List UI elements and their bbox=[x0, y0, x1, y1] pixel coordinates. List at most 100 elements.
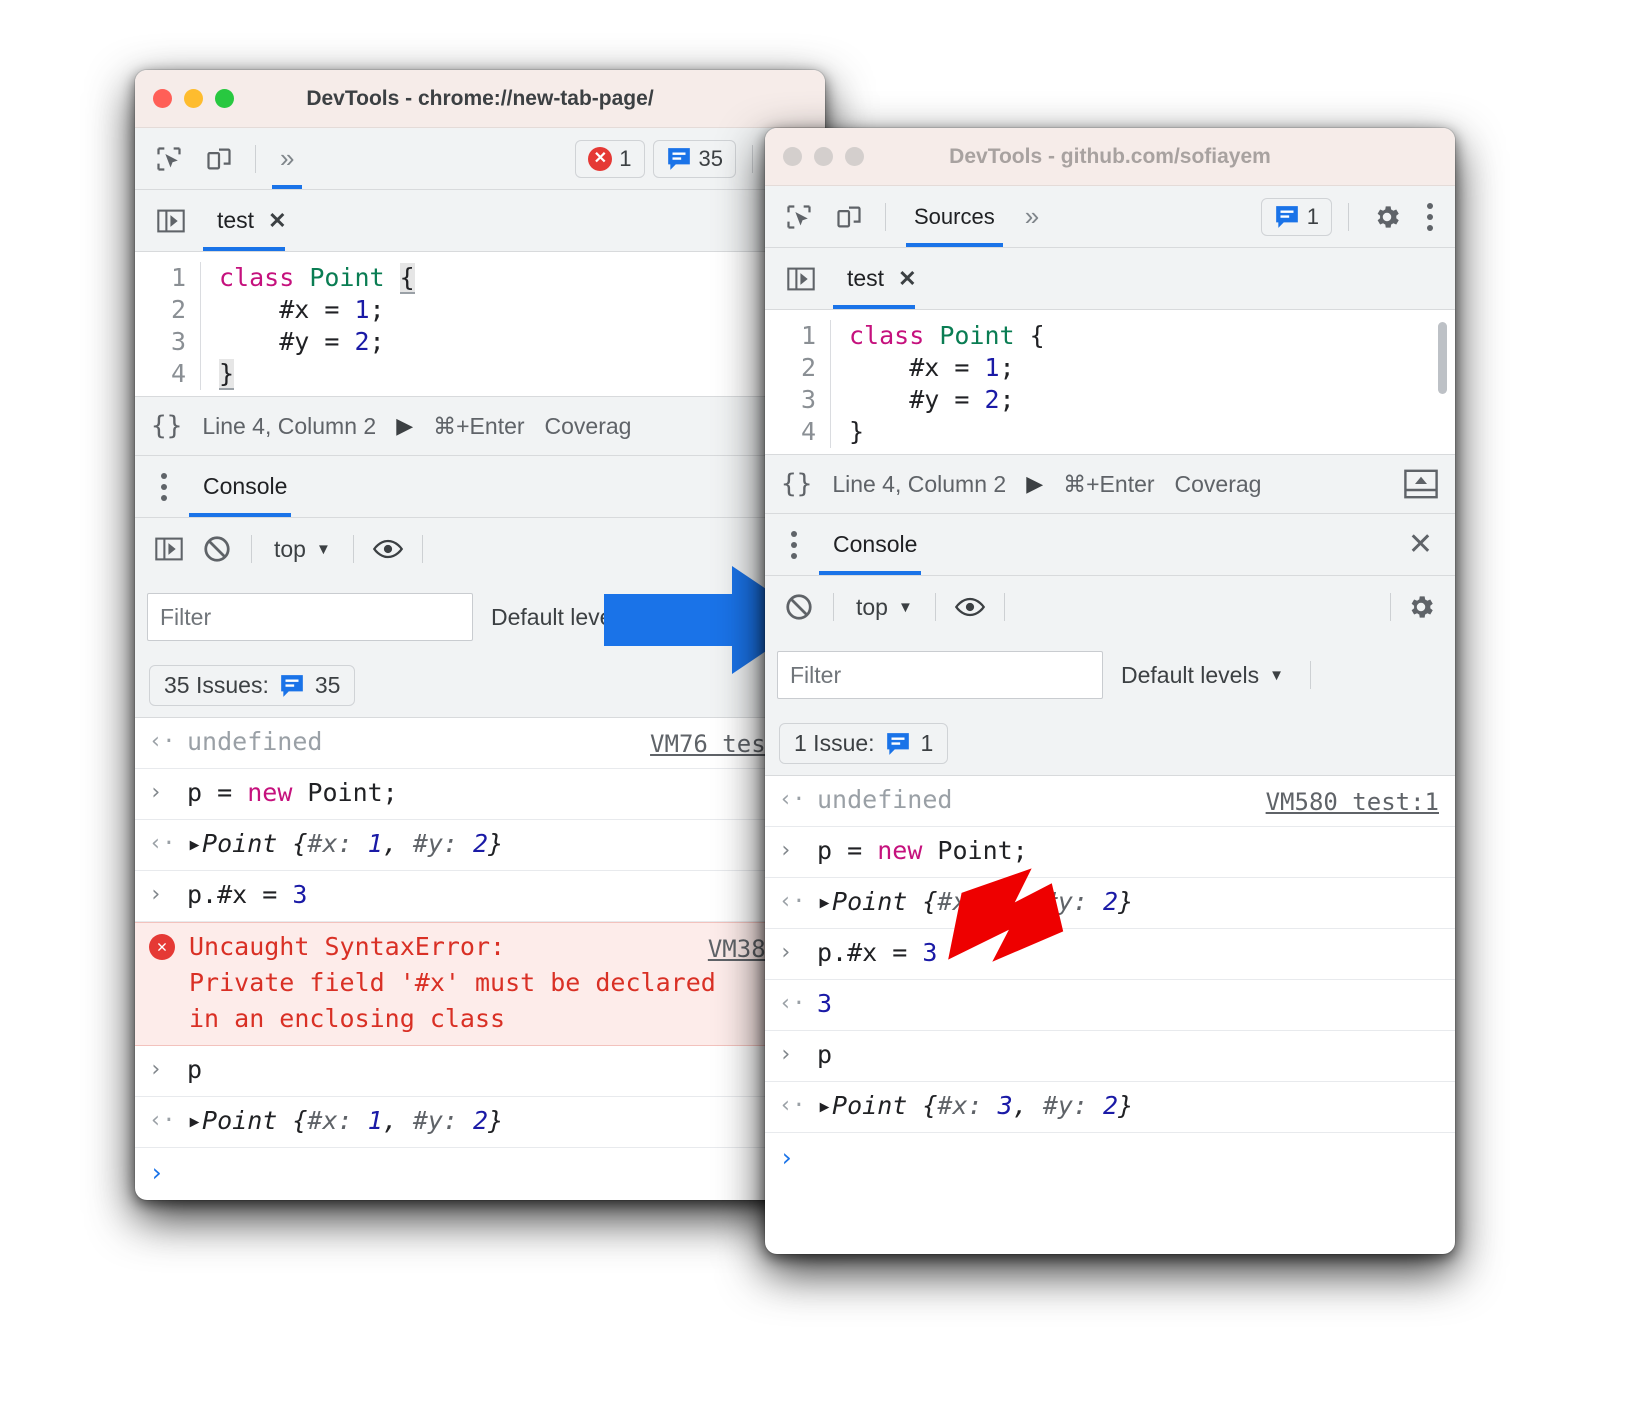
code-editor-front[interactable]: 1 class Point {2 #x = 1; 3 #y = 2; 4} bbox=[765, 310, 1455, 454]
console-filter-row-front[interactable]: Default levels ▼ bbox=[765, 638, 1455, 712]
editor-scrollbar[interactable] bbox=[1438, 322, 1447, 394]
coverage-label[interactable]: Coverag bbox=[1175, 471, 1262, 498]
console-output-message[interactable]: ‹· ▸Point {#x: 1, #y: 2} bbox=[135, 1097, 825, 1148]
window-controls-back[interactable] bbox=[153, 89, 234, 108]
inspect-cursor-icon[interactable] bbox=[147, 137, 191, 181]
console-input-message[interactable]: › p bbox=[765, 1031, 1455, 1082]
console-input-message[interactable]: › p bbox=[135, 1046, 825, 1097]
issues-row-front[interactable]: 1 Issue: 1 bbox=[765, 712, 1455, 776]
code-text: #y = 2; bbox=[219, 327, 385, 356]
tab-console[interactable]: Console bbox=[819, 514, 931, 575]
maximize-window-button[interactable] bbox=[845, 147, 864, 166]
file-tab-test[interactable]: test ✕ bbox=[203, 190, 301, 251]
console-error-message[interactable]: ✕ Uncaught SyntaxError: Private field '#x… bbox=[135, 922, 825, 1046]
file-tab-label: test bbox=[217, 207, 255, 233]
run-snippet-icon[interactable]: ▶ bbox=[396, 413, 413, 439]
file-tabstrip-front[interactable]: test ✕ bbox=[765, 248, 1455, 310]
more-panels-button[interactable]: » bbox=[1015, 186, 1049, 247]
drawer-tabstrip-front[interactable]: Console ✕ bbox=[765, 514, 1455, 576]
filter-input[interactable] bbox=[777, 651, 1103, 699]
log-levels-selector[interactable]: Default levels ▼ bbox=[1121, 662, 1284, 689]
live-expression-icon[interactable] bbox=[366, 527, 410, 571]
line-number: 2 bbox=[135, 294, 201, 326]
execution-context-selector[interactable]: top ▼ bbox=[846, 594, 923, 621]
issues-chip[interactable]: 1 Issue: 1 bbox=[779, 723, 949, 764]
output-arrow-icon: ‹· bbox=[779, 991, 806, 1016]
show-drawer-icon[interactable] bbox=[1403, 468, 1439, 500]
console-output-message[interactable]: ‹· undefined VM76 test:1 bbox=[135, 718, 825, 769]
inspect-cursor-icon[interactable] bbox=[777, 195, 821, 239]
console-messages-front[interactable]: ‹· undefined VM580 test:1 › p = new Point; ‹·… bbox=[765, 776, 1455, 1133]
window-controls-front[interactable] bbox=[783, 147, 864, 166]
panel-tab-sources[interactable]: Sources bbox=[900, 186, 1009, 247]
console-input-message[interactable]: › p = new Point; bbox=[135, 769, 825, 820]
close-window-button[interactable] bbox=[153, 89, 172, 108]
more-options-icon[interactable] bbox=[151, 467, 177, 507]
more-panels-button[interactable]: » bbox=[270, 128, 304, 189]
run-shortcut-label: ⌘+Enter bbox=[1063, 470, 1155, 497]
console-prompt-back[interactable]: › bbox=[135, 1148, 825, 1197]
minimize-window-button[interactable] bbox=[184, 89, 203, 108]
console-input-message[interactable]: › p = new Point; bbox=[765, 827, 1455, 878]
error-counter-button[interactable]: ✕ 1 bbox=[575, 139, 645, 178]
console-input-message[interactable]: › p.#x = 3 bbox=[135, 871, 825, 922]
file-tab-test[interactable]: test ✕ bbox=[833, 248, 931, 309]
clear-console-icon[interactable] bbox=[195, 527, 239, 571]
console-output-message[interactable]: ‹· ▸Point {#x: 1, #y: 2} bbox=[765, 878, 1455, 929]
drawer-tabstrip-back[interactable]: Console bbox=[135, 456, 825, 518]
clear-console-icon[interactable] bbox=[777, 585, 821, 629]
titlebar-back[interactable]: DevTools - chrome://new-tab-page/ bbox=[135, 70, 825, 128]
console-prompt-front[interactable]: › bbox=[765, 1133, 1455, 1182]
live-expression-icon[interactable] bbox=[948, 585, 992, 629]
coverage-label[interactable]: Coverag bbox=[545, 413, 632, 440]
pretty-print-icon[interactable]: {} bbox=[151, 411, 182, 441]
console-sidebar-icon[interactable] bbox=[147, 527, 191, 571]
source-link[interactable]: VM580 test:1 bbox=[1266, 784, 1439, 820]
gear-icon[interactable] bbox=[1399, 585, 1443, 629]
tab-console[interactable]: Console bbox=[189, 456, 301, 517]
devtools-toolbar-front[interactable]: Sources » 1 bbox=[765, 186, 1455, 248]
pretty-print-icon[interactable]: {} bbox=[781, 469, 812, 499]
issues-counter-button[interactable]: 35 bbox=[652, 139, 736, 178]
editor-statusbar-back[interactable]: {} Line 4, Column 2 ▶ ⌘+Enter Coverag bbox=[135, 396, 825, 456]
console-input-message[interactable]: › p.#x = 3 bbox=[765, 929, 1455, 980]
issue-icon bbox=[885, 732, 911, 756]
close-icon[interactable]: ✕ bbox=[1408, 527, 1439, 562]
navigator-toggle-icon[interactable] bbox=[779, 257, 823, 301]
close-icon[interactable]: ✕ bbox=[898, 266, 916, 292]
run-snippet-icon[interactable]: ▶ bbox=[1026, 471, 1043, 497]
code-line: 2 #x = 1; bbox=[765, 352, 1455, 384]
close-window-button[interactable] bbox=[783, 147, 802, 166]
titlebar-front[interactable]: DevTools - github.com/sofiayem bbox=[765, 128, 1455, 186]
more-options-icon[interactable] bbox=[1417, 197, 1443, 237]
code-line: 3 #y = 2; bbox=[135, 326, 825, 358]
console-toolbar-front[interactable]: top ▼ bbox=[765, 576, 1455, 638]
console-messages-back[interactable]: ‹· undefined VM76 test:1 › p = new Point; ‹· ▸… bbox=[135, 718, 825, 1148]
code-editor-back[interactable]: 1 class Point {2 #x = 1; 3 #y = 2; 4} bbox=[135, 252, 825, 396]
execution-context-selector[interactable]: top ▼ bbox=[264, 536, 341, 563]
execution-context-label: top bbox=[856, 593, 888, 620]
devtools-window-front[interactable]: DevTools - github.com/sofiayem Sources » bbox=[765, 128, 1455, 1254]
console-output-message[interactable]: ‹· undefined VM580 test:1 bbox=[765, 776, 1455, 827]
line-number: 3 bbox=[135, 326, 201, 358]
gear-icon[interactable] bbox=[1365, 195, 1409, 239]
editor-statusbar-front[interactable]: {} Line 4, Column 2 ▶ ⌘+Enter Coverag bbox=[765, 454, 1455, 514]
file-tabstrip-back[interactable]: test ✕ bbox=[135, 190, 825, 252]
issues-counter-button[interactable]: 1 bbox=[1260, 197, 1332, 236]
device-toolbar-icon[interactable] bbox=[197, 137, 241, 181]
more-options-icon[interactable] bbox=[781, 525, 807, 565]
chevron-down-icon: ▼ bbox=[315, 540, 331, 558]
issues-chip-label: 35 Issues: bbox=[164, 672, 269, 698]
filter-input[interactable] bbox=[147, 593, 473, 641]
close-icon[interactable]: ✕ bbox=[268, 208, 286, 234]
console-output-message[interactable]: ‹· 3 bbox=[765, 980, 1455, 1031]
console-output-message[interactable]: ‹· ▸Point {#x: 3, #y: 2} bbox=[765, 1082, 1455, 1133]
message-text: p.#x = 3 bbox=[817, 938, 938, 967]
maximize-window-button[interactable] bbox=[215, 89, 234, 108]
device-toolbar-icon[interactable] bbox=[827, 195, 871, 239]
navigator-toggle-icon[interactable] bbox=[149, 199, 193, 243]
console-output-message[interactable]: ‹· ▸Point {#x: 1, #y: 2} bbox=[135, 820, 825, 871]
minimize-window-button[interactable] bbox=[814, 147, 833, 166]
issues-chip[interactable]: 35 Issues: 35 bbox=[149, 665, 356, 706]
devtools-toolbar-back[interactable]: » ✕ 1 35 bbox=[135, 128, 825, 190]
